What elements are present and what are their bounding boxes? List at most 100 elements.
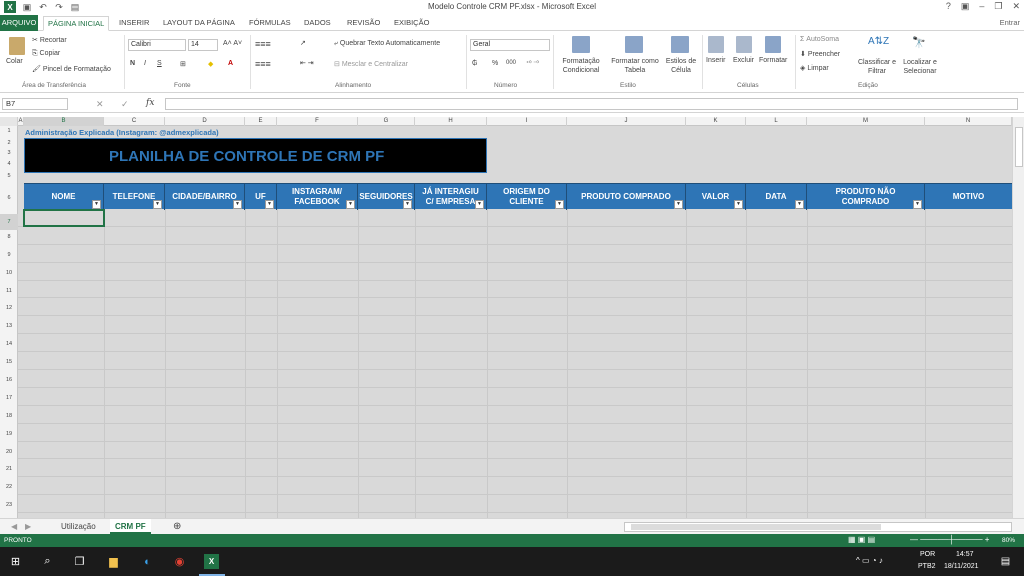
orientation-icon[interactable]: ↗ <box>300 39 306 47</box>
row-header[interactable]: 21 <box>0 466 18 472</box>
search-icon[interactable]: ⌕ <box>40 554 55 569</box>
column-title-uf[interactable]: UF ▼ <box>245 184 277 210</box>
sheet-tab-crm-pf[interactable]: CRM PF <box>110 519 151 534</box>
column-title-ja-interagiu[interactable]: JÁ INTERAGIU C/ EMPRESA ▼ <box>415 184 487 210</box>
filter-dropdown-icon[interactable]: ▼ <box>346 200 355 209</box>
row-header[interactable]: 11 <box>0 288 18 294</box>
zoom-slider[interactable]: — ─────┼───── + <box>910 535 989 544</box>
font-color-icon[interactable]: A <box>228 60 233 67</box>
font-name-select[interactable]: Calibri <box>128 39 186 51</box>
filter-dropdown-icon[interactable]: ▼ <box>674 200 683 209</box>
tab-view[interactable]: EXIBIÇÃO <box>394 17 429 31</box>
row-header[interactable]: 13 <box>0 323 18 329</box>
cell-styles-button[interactable]: Estilos de Célula <box>662 57 700 75</box>
cut-button[interactable]: ✂ Recortar <box>32 36 67 44</box>
paste-icon[interactable] <box>9 37 25 55</box>
row-header[interactable]: 1 <box>0 128 18 134</box>
filter-dropdown-icon[interactable]: ▼ <box>403 200 412 209</box>
tab-review[interactable]: REVISÃO <box>347 17 380 31</box>
tab-page-layout[interactable]: LAYOUT DA PÁGINA <box>163 17 235 31</box>
filter-dropdown-icon[interactable]: ▼ <box>153 200 162 209</box>
copy-button[interactable]: ⎘ Copiar <box>32 50 60 58</box>
row-header[interactable]: 9 <box>0 252 18 258</box>
sort-filter-icon[interactable]: A⇅Z <box>868 36 889 47</box>
column-header-k[interactable]: K <box>686 117 746 126</box>
column-title-valor[interactable]: VALOR ▼ <box>686 184 746 210</box>
close-button[interactable]: ✕ <box>1012 1 1020 12</box>
find-select-button[interactable]: Localizar e Selecionar <box>898 58 942 76</box>
sheet-tab-utilizacao[interactable]: Utilização <box>56 519 101 534</box>
column-header-e[interactable]: E <box>245 117 277 126</box>
column-header-f[interactable]: F <box>277 117 358 126</box>
file-explorer-icon[interactable]: ▆ <box>106 554 121 569</box>
column-header-c[interactable]: C <box>104 117 165 126</box>
filter-dropdown-icon[interactable]: ▼ <box>913 200 922 209</box>
row-header[interactable]: 22 <box>0 484 18 490</box>
tab-data[interactable]: DADOS <box>304 17 331 31</box>
column-header-n[interactable]: N <box>925 117 1012 126</box>
horizontal-scrollbar-thumb[interactable] <box>631 524 881 530</box>
column-title-nome[interactable]: NOME ▼ <box>24 184 104 210</box>
row-header[interactable]: 19 <box>0 431 18 437</box>
edge-icon[interactable]: ◐ <box>140 554 155 569</box>
sheet-nav-next-icon[interactable]: ▶ <box>20 519 36 534</box>
autosum-button[interactable]: Σ AutoSoma <box>800 36 839 43</box>
column-title-produto-nao-comprado[interactable]: PRODUTO NÃO COMPRADO ▼ <box>807 184 925 210</box>
row-header[interactable]: 10 <box>0 270 18 276</box>
row-header[interactable]: 17 <box>0 395 18 401</box>
vertical-scrollbar[interactable] <box>1012 117 1024 518</box>
column-header-l[interactable]: L <box>746 117 807 126</box>
row-header[interactable]: 7 <box>0 214 18 230</box>
conditional-format-button[interactable]: Formatação Condicional <box>557 57 605 75</box>
row-header[interactable]: 3 <box>0 150 18 156</box>
formula-input[interactable] <box>165 98 1018 110</box>
selected-cell-b7[interactable] <box>23 209 105 227</box>
notification-icon[interactable]: ▤ <box>998 554 1013 569</box>
filter-dropdown-icon[interactable]: ▼ <box>795 200 804 209</box>
column-title-origem[interactable]: ORIGEM DO CLIENTE ▼ <box>487 184 567 210</box>
column-header-b[interactable]: B <box>24 117 104 126</box>
column-title-instagram[interactable]: INSTAGRAM/ FACEBOOK ▼ <box>277 184 358 210</box>
column-header-h[interactable]: H <box>415 117 487 126</box>
italic-button[interactable]: I <box>144 60 146 67</box>
row-header[interactable]: 20 <box>0 449 18 455</box>
cancel-icon[interactable]: ✕ <box>96 99 104 110</box>
chrome-icon[interactable]: ◉ <box>172 554 187 569</box>
row-header[interactable]: 14 <box>0 341 18 347</box>
input-language[interactable]: POR <box>920 551 935 558</box>
name-box[interactable]: B7 <box>2 98 68 110</box>
font-grow-icon[interactable]: A˄ A˅ <box>223 40 242 47</box>
indent-icon[interactable]: ⇤ ⇥ <box>300 59 314 67</box>
row-header[interactable]: 2 <box>0 140 18 146</box>
task-view-icon[interactable]: ❐ <box>72 554 87 569</box>
align-top-icon[interactable]: ≡≡≡ <box>255 39 271 49</box>
fill-button[interactable]: ⬇ Preencher <box>800 50 840 58</box>
help-button[interactable]: ? <box>946 1 951 12</box>
column-header-m[interactable]: M <box>807 117 925 126</box>
delete-cells-button[interactable]: Excluir <box>733 57 754 64</box>
paste-button[interactable]: Colar <box>6 58 23 65</box>
filter-dropdown-icon[interactable]: ▼ <box>265 200 274 209</box>
format-cells-button[interactable]: Formatar <box>759 57 787 64</box>
column-title-telefone[interactable]: TELEFONE ▼ <box>104 184 165 210</box>
tab-file[interactable]: ARQUIVO <box>0 15 38 31</box>
excel-taskbar-icon[interactable]: X <box>204 554 219 569</box>
thousands-button[interactable]: 000 <box>506 60 516 66</box>
fill-color-icon[interactable]: ◆ <box>208 60 213 68</box>
enter-icon[interactable]: ✓ <box>121 99 129 110</box>
number-format-select[interactable]: Geral <box>470 39 550 51</box>
underline-button[interactable]: S <box>157 60 162 67</box>
column-title-motivo[interactable]: MOTIVO <box>925 184 1012 210</box>
windows-start-icon[interactable]: ⊞ <box>8 554 23 569</box>
column-header-g[interactable]: G <box>358 117 415 126</box>
sort-filter-button[interactable]: Classificar e Filtrar <box>856 58 898 76</box>
filter-dropdown-icon[interactable]: ▼ <box>92 200 101 209</box>
row-header[interactable]: 18 <box>0 413 18 419</box>
row-header[interactable]: 8 <box>0 234 18 240</box>
decimal-icon[interactable]: ⁺⁰ ⁻⁰ <box>526 60 539 67</box>
horizontal-scrollbar[interactable] <box>624 522 1012 532</box>
system-tray-icon[interactable]: ^ ▭ ◔ ♪ <box>856 556 883 565</box>
row-header[interactable]: 23 <box>0 502 18 508</box>
merge-center-button[interactable]: ⊟ Mesclar e Centralizar <box>334 60 408 68</box>
column-title-produto-comprado[interactable]: PRODUTO COMPRADO ▼ <box>567 184 686 210</box>
